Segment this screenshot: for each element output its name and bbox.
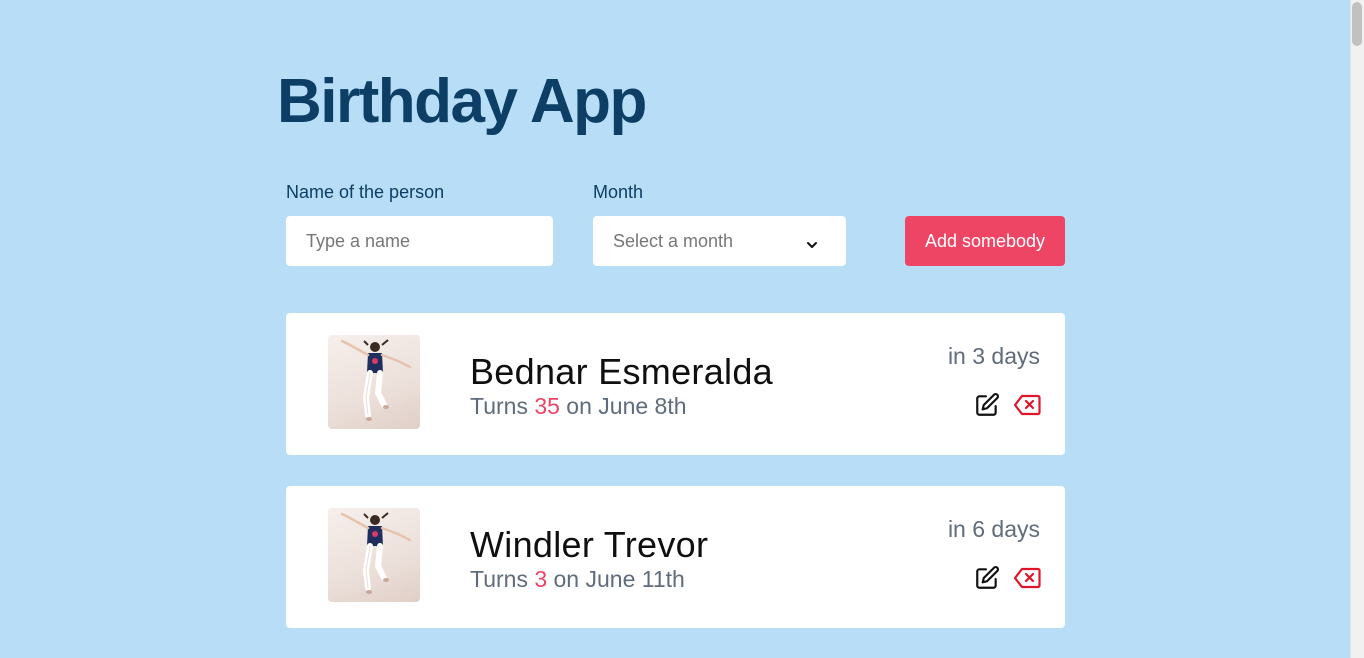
month-select[interactable]: Select a month: [593, 216, 846, 266]
person-name: Bednar Esmeralda: [470, 351, 773, 392]
birthday-date: on June 8th: [559, 393, 687, 419]
add-somebody-button[interactable]: Add somebody: [905, 216, 1065, 266]
turns-prefix: Turns: [470, 566, 535, 592]
vertical-scrollbar[interactable]: [1350, 0, 1364, 658]
edit-icon[interactable]: [973, 564, 1001, 592]
person-name: Windler Trevor: [470, 524, 709, 565]
month-select-value: Select a month: [613, 230, 734, 251]
name-label: Name of the person: [286, 182, 445, 202]
birthday-card: Bednar Esmeralda Turns 35 on June 8th in…: [286, 313, 1065, 455]
birthday-card: Windler Trevor Turns 3 on June 11th in 6…: [286, 486, 1065, 628]
turns-prefix: Turns: [470, 393, 535, 419]
avatar: [328, 335, 420, 429]
age-value: 35: [534, 393, 560, 419]
person-birthday-info: Turns 3 on June 11th: [470, 566, 685, 593]
birthday-date: on June 11th: [547, 566, 685, 592]
card-actions: [973, 564, 1041, 592]
name-input[interactable]: [286, 216, 553, 266]
edit-icon[interactable]: [973, 391, 1001, 419]
card-actions: [973, 391, 1041, 419]
page-title: Birthday App: [277, 67, 647, 136]
days-until: in 6 days: [947, 516, 1040, 542]
person-birthday-info: Turns 35 on June 8th: [470, 393, 687, 420]
days-until: in 3 days: [947, 343, 1040, 369]
delete-backspace-icon[interactable]: [1013, 564, 1041, 592]
delete-backspace-icon[interactable]: [1013, 391, 1041, 419]
page: Birthday App Name of the person Month Se…: [0, 0, 1364, 658]
chevron-down-icon: [806, 235, 818, 248]
avatar: [328, 508, 420, 602]
age-value: 3: [534, 566, 548, 592]
scrollbar-thumb[interactable]: [1352, 2, 1362, 46]
month-label: Month: [593, 182, 644, 202]
